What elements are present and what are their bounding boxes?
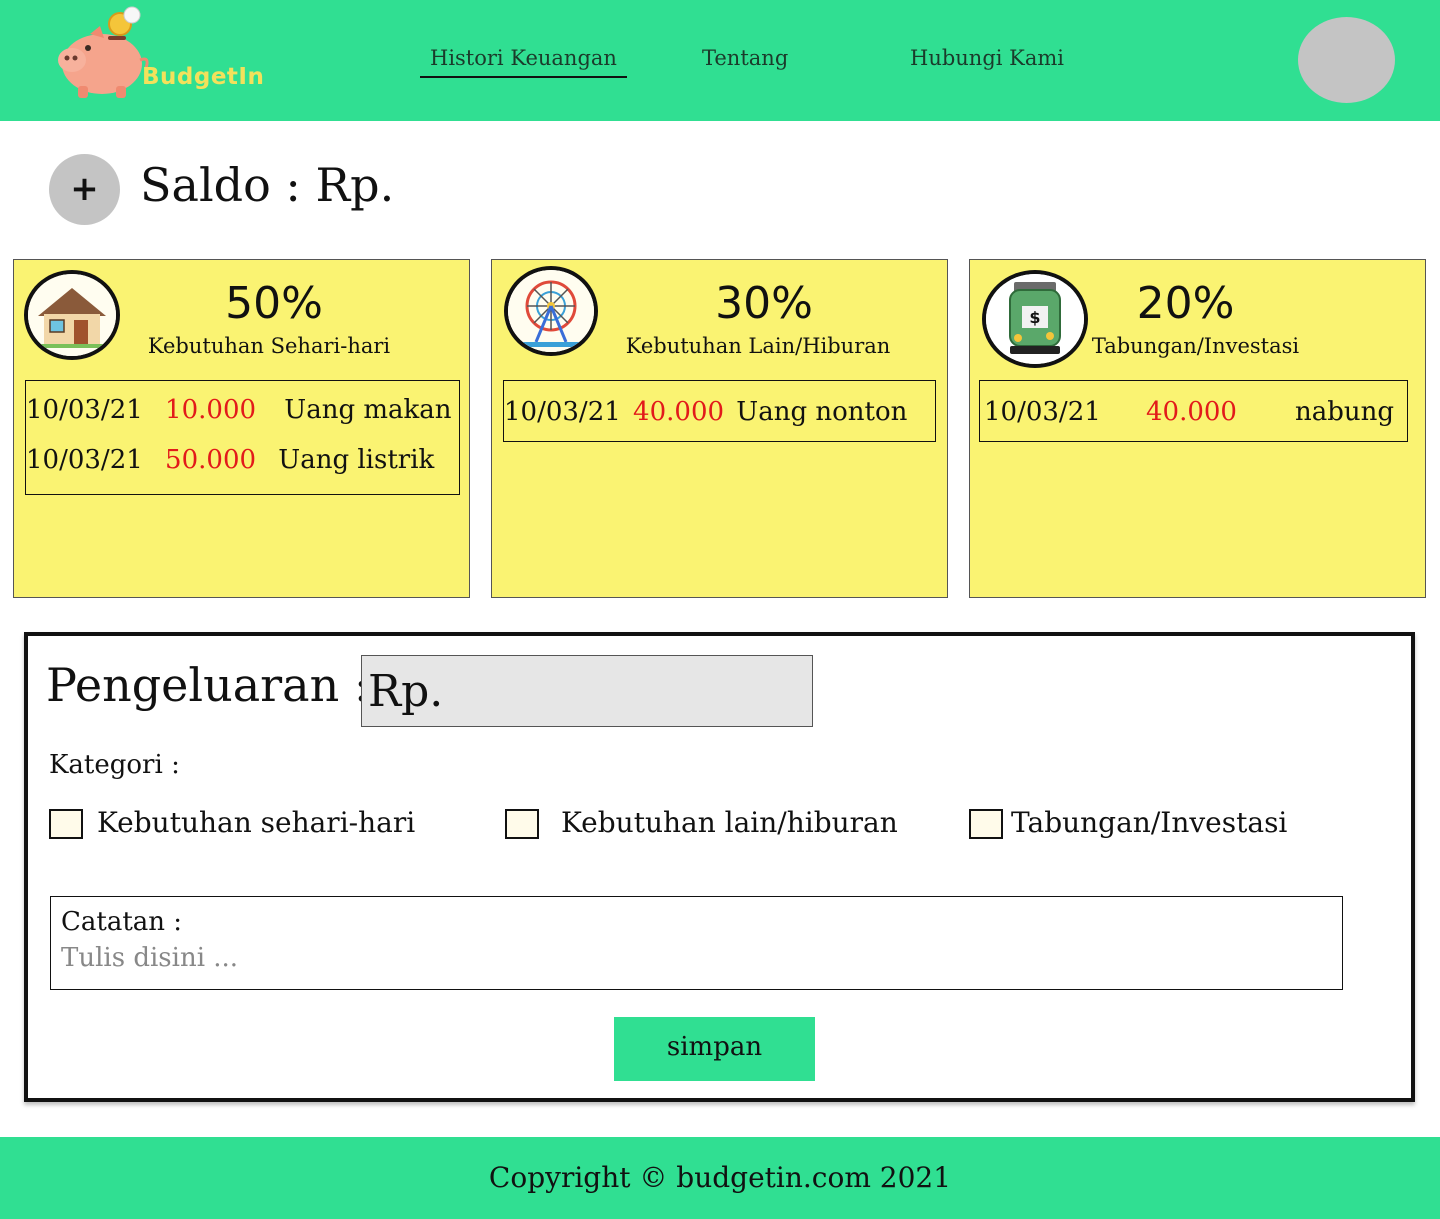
transaction-amount: 40.000 <box>633 397 725 427</box>
nav-histori-keuangan[interactable]: Histori Keuangan <box>420 46 627 78</box>
nav-tentang[interactable]: Tentang <box>702 46 788 70</box>
expense-title: Pengeluaran : <box>46 658 370 712</box>
transaction-note: nabung <box>1295 397 1395 427</box>
transaction-row: 10/03/21 40.000 Uang nonton <box>504 397 907 427</box>
category-card-savings: $ 20% Tabungan/Investasi 10/03/21 40.000… <box>969 259 1426 598</box>
footer-bar: Copyright © budgetin.com 2021 <box>0 1137 1440 1219</box>
transaction-list: 10/03/21 10.000 Uang makan 10/03/21 50.0… <box>25 380 460 495</box>
option-entertainment-label[interactable]: Kebutuhan lain/hiburan <box>561 806 898 839</box>
note-field[interactable]: Catatan : Tulis disini ... <box>50 896 1343 990</box>
option-savings-label[interactable]: Tabungan/Investasi <box>1011 806 1287 839</box>
add-balance-button[interactable]: + <box>49 154 120 225</box>
ferris-wheel-icon <box>504 266 598 356</box>
transaction-row: 10/03/21 10.000 Uang makan <box>26 395 452 425</box>
expense-amount-input[interactable]: Rp. <box>361 655 813 727</box>
budgetin-logo[interactable]: BudgetIn <box>50 6 290 106</box>
transaction-row: 10/03/21 40.000 nabung <box>984 397 1404 427</box>
option-daily-needs-label[interactable]: Kebutuhan sehari-hari <box>97 806 415 839</box>
transaction-list: 10/03/21 40.000 nabung <box>979 380 1408 442</box>
checkbox-entertainment[interactable] <box>505 809 539 839</box>
category-percent: 50% <box>225 278 323 329</box>
transaction-date: 10/03/21 <box>26 395 143 425</box>
category-label: Kebutuhan Sehari-hari <box>147 334 391 358</box>
copyright-text: Copyright © budgetin.com 2021 <box>488 1161 952 1194</box>
transaction-note: Uang nonton <box>736 397 908 427</box>
category-label: Kategori : <box>49 750 180 780</box>
balance-label: Saldo : Rp. <box>140 158 395 212</box>
category-percent: 30% <box>715 278 813 329</box>
house-icon <box>24 270 120 360</box>
category-card-daily: 50% Kebutuhan Sehari-hari 10/03/21 10.00… <box>13 259 470 598</box>
transaction-amount: 50.000 <box>165 445 257 475</box>
logo-text: BudgetIn <box>142 64 265 90</box>
transaction-note: Uang makan <box>284 395 452 425</box>
svg-text:$: $ <box>1029 308 1040 327</box>
category-label: Tabungan/Investasi <box>1091 334 1300 358</box>
avatar[interactable] <box>1298 17 1395 103</box>
transaction-date: 10/03/21 <box>984 397 1101 427</box>
money-jar-icon: $ <box>982 270 1088 368</box>
transaction-amount: 10.000 <box>165 395 257 425</box>
category-card-entertainment: 30% Kebutuhan Lain/Hiburan 10/03/21 40.0… <box>491 259 948 598</box>
transaction-row: 10/03/21 50.000 Uang listrik <box>26 445 434 475</box>
nav-hubungi-kami[interactable]: Hubungi Kami <box>910 46 1064 70</box>
category-label: Kebutuhan Lain/Hiburan <box>625 334 891 358</box>
save-button[interactable]: simpan <box>614 1017 815 1081</box>
transaction-date: 10/03/21 <box>504 397 621 427</box>
checkbox-daily-needs[interactable] <box>49 809 83 839</box>
checkbox-savings[interactable] <box>969 809 1003 839</box>
transaction-date: 10/03/21 <box>26 445 143 475</box>
expense-form: Pengeluaran : Rp. Kategori : Kebutuhan s… <box>24 632 1415 1102</box>
header-bar: BudgetIn Histori Keuangan Tentang Hubung… <box>0 0 1440 121</box>
category-percent: 20% <box>1136 278 1235 329</box>
note-label: Catatan : <box>61 907 183 937</box>
transaction-list: 10/03/21 40.000 Uang nonton <box>503 380 936 442</box>
transaction-amount: 40.000 <box>1146 397 1237 427</box>
note-input[interactable]: Tulis disini ... <box>61 943 238 973</box>
transaction-note: Uang listrik <box>278 445 435 475</box>
